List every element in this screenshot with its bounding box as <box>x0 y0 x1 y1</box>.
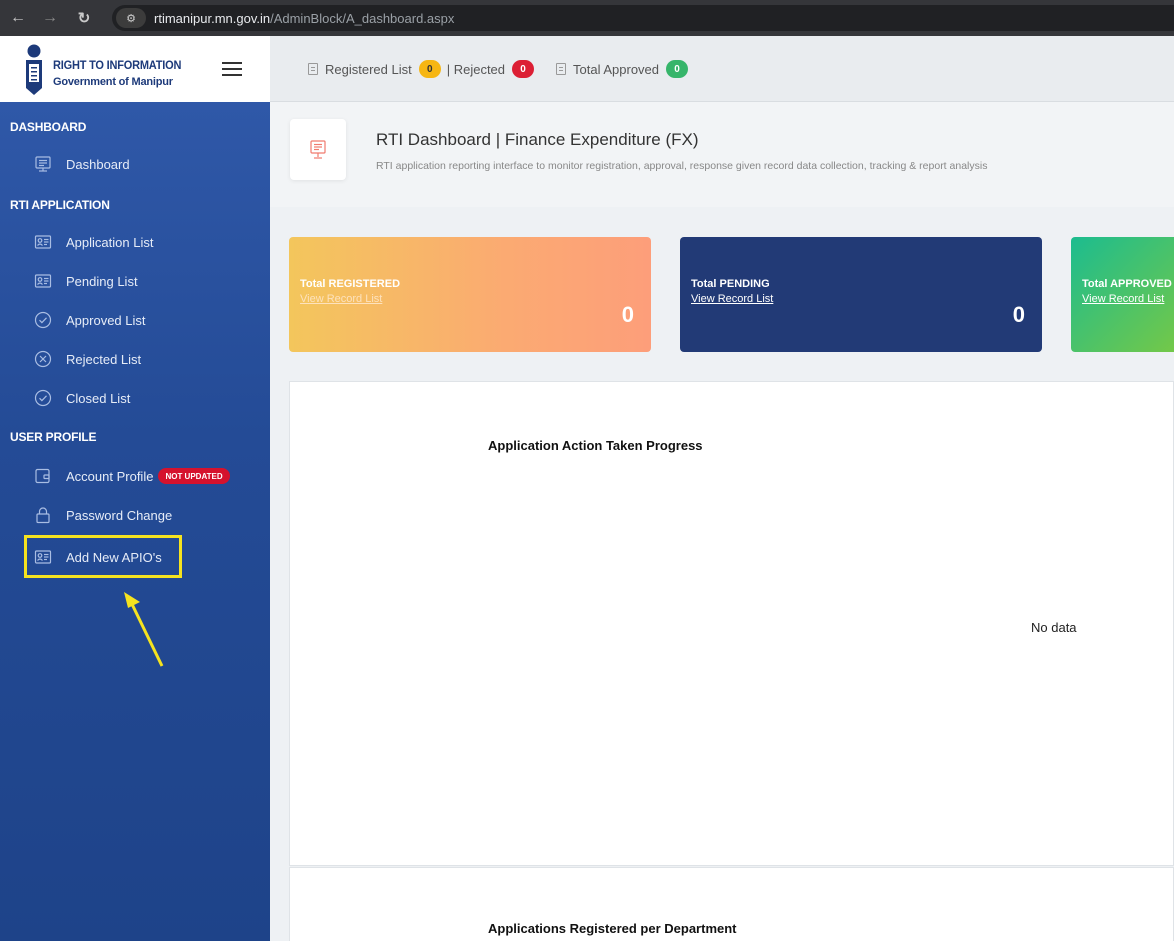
section-heading-user-profile: USER PROFILE <box>10 430 97 444</box>
sidebar-item-label: Rejected List <box>66 351 142 367</box>
no-data-message: No data <box>1031 620 1077 635</box>
header-icon-box <box>290 119 346 180</box>
card-total-pending: Total PENDING View Record List 0 <box>680 237 1042 352</box>
chart-title: Applications Registered per Department <box>488 921 737 936</box>
brand-title: RIGHT TO INFORMATION <box>53 59 182 73</box>
card-total-approved: Total APPROVED View Record List <box>1071 237 1174 352</box>
sidebar-item-closed-list[interactable]: Closed List <box>34 389 130 407</box>
approved-count-badge: 0 <box>666 60 689 78</box>
section-heading-dashboard: DASHBOARD <box>10 120 87 134</box>
x-circle-icon <box>34 350 52 368</box>
browser-toolbar: ← → ↻ ⚙ rtimanipur.mn.gov.in/AdminBlock/… <box>0 0 1174 36</box>
sidebar-item-rejected-list[interactable]: Rejected List <box>34 350 141 368</box>
document-icon <box>556 63 567 75</box>
department-chart-panel: Applications Registered per Department <box>289 867 1174 941</box>
page-title: RTI Dashboard | Finance Expenditure (FX) <box>376 130 699 149</box>
rejected-count-badge: 0 <box>512 60 535 78</box>
lock-icon <box>34 506 52 524</box>
progress-chart-panel: Application Action Taken Progress No dat… <box>289 381 1174 866</box>
brand-subtitle: Government of Manipur <box>53 76 173 88</box>
presentation-icon <box>310 139 326 159</box>
sidebar-item-application-list[interactable]: Application List <box>34 233 153 251</box>
annotation-highlight-box <box>24 535 182 578</box>
forward-arrow-icon[interactable]: → <box>38 9 62 27</box>
status-summary: Registered List 0 | Rejected 0 Total App… <box>308 60 689 78</box>
view-record-list-link[interactable]: View Record List <box>1082 293 1164 305</box>
logo-area: RIGHT TO INFORMATION Government of Manip… <box>0 36 270 102</box>
address-bar[interactable]: ⚙ rtimanipur.mn.gov.in/AdminBlock/A_dash… <box>112 5 1174 31</box>
section-heading-rti-application: RTI APPLICATION <box>10 198 110 212</box>
rti-logo-icon <box>26 44 42 95</box>
sidebar: DASHBOARD Dashboard RTI APPLICATION Appl… <box>0 102 270 941</box>
url-text: rtimanipur.mn.gov.in/AdminBlock/A_dashbo… <box>154 10 455 26</box>
chart-title: Application Action Taken Progress <box>488 438 703 453</box>
sidebar-item-label: Closed List <box>66 390 131 406</box>
not-updated-badge: NOT UPDATED <box>158 468 230 484</box>
view-record-list-link[interactable]: View Record List <box>691 293 773 305</box>
card-total-registered: Total REGISTERED View Record List 0 <box>289 237 651 352</box>
registered-count-badge: 0 <box>418 60 441 78</box>
card-value: 0 <box>621 302 634 327</box>
sidebar-item-label: Dashboard <box>66 156 130 172</box>
total-approved-link[interactable]: Total Approved <box>573 62 659 77</box>
sidebar-item-password-change[interactable]: Password Change <box>34 506 172 524</box>
registered-list-link[interactable]: Registered List <box>325 62 412 77</box>
sidebar-item-label: Approved List <box>66 312 146 328</box>
check-circle-icon <box>34 311 52 329</box>
site-settings-icon[interactable]: ⚙ <box>116 8 146 28</box>
card-title: Total PENDING <box>691 278 770 290</box>
back-arrow-icon[interactable]: ← <box>6 9 30 27</box>
menu-toggle-icon[interactable] <box>222 62 242 76</box>
sidebar-item-label: Pending List <box>66 273 138 289</box>
reload-icon[interactable]: ↻ <box>72 9 96 27</box>
rejected-link[interactable]: | Rejected <box>447 62 505 77</box>
check-circle-icon <box>34 389 52 407</box>
card-value: 0 <box>1012 302 1025 327</box>
sidebar-item-label: Application List <box>66 234 154 250</box>
sidebar-item-approved-list[interactable]: Approved List <box>34 311 146 329</box>
view-record-list-link[interactable]: View Record List <box>300 293 382 305</box>
card-title: Total APPROVED <box>1082 278 1172 290</box>
annotation-arrow-icon <box>124 592 164 667</box>
id-card-icon <box>34 272 52 290</box>
sidebar-item-pending-list[interactable]: Pending List <box>34 272 138 290</box>
sidebar-item-dashboard[interactable]: Dashboard <box>34 155 130 173</box>
sidebar-item-label: Account Profile <box>66 468 154 484</box>
card-title: Total REGISTERED <box>300 278 401 290</box>
page-header: RTI Dashboard | Finance Expenditure (FX)… <box>270 102 1174 207</box>
sidebar-item-account-profile[interactable]: Account Profile NOT UPDATED <box>34 467 230 485</box>
top-header: RIGHT TO INFORMATION Government of Manip… <box>0 36 1174 102</box>
wallet-icon <box>34 467 52 485</box>
sidebar-item-label: Password Change <box>66 507 173 523</box>
page-subtitle: RTI application reporting interface to m… <box>376 160 988 172</box>
id-card-icon <box>34 233 52 251</box>
monitor-icon <box>34 155 52 173</box>
document-icon <box>308 63 318 75</box>
